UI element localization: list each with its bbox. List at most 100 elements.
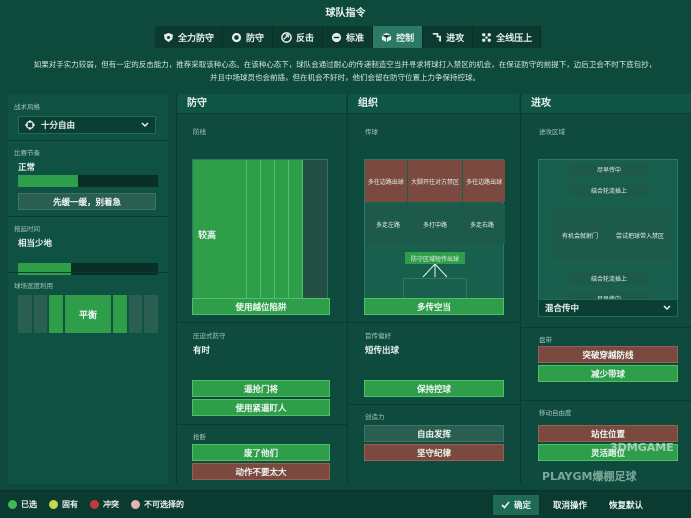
tab-defense[interactable]: 防守 [223, 26, 274, 48]
press-goalkeeper-button[interactable]: 逼抢门将 [192, 380, 330, 397]
width-step[interactable] [18, 295, 32, 333]
pass-zone[interactable]: 多走右路 [459, 204, 505, 244]
tab-all-out-attack[interactable]: 全线压上 [473, 26, 542, 48]
pass-zone[interactable]: 多往边路出球 [463, 160, 505, 202]
passing-pref-value: 短传出球 [365, 346, 400, 356]
tab-label: 防守 [246, 33, 265, 44]
defensive-line-value: 较高 [193, 160, 247, 308]
tab-label: 反击 [296, 33, 315, 44]
shield-icon [231, 32, 242, 42]
offside-trap-button[interactable]: 使用越位陷阱 [192, 298, 330, 315]
divider [177, 322, 347, 323]
divider [8, 140, 168, 141]
style-dropdown[interactable]: 十分自由 [18, 116, 156, 134]
stay-on-feet-button[interactable]: 动作不要太大 [192, 463, 330, 480]
press-icon [482, 32, 491, 42]
attack-zone[interactable]: 尽早传中 [569, 163, 649, 176]
organize-panel: 组织 传球 多往边路出球 大脚开往对方禁区 多往边路出球 多走左路 多打中路 多… [347, 94, 520, 484]
confirm-button[interactable]: 确定 [492, 494, 539, 515]
divider [8, 272, 168, 273]
legend-inherent: 固有 [49, 499, 78, 510]
legend-selected: 已选 [8, 499, 37, 510]
legend: 已选 固有 冲突 不可选择的 [0, 499, 196, 510]
pass-zone[interactable]: 多走左路 [365, 204, 411, 244]
control-cube-icon [381, 32, 392, 42]
line-step[interactable] [289, 160, 303, 308]
crosshair-icon [25, 120, 35, 130]
attack-zone-label: 进攻区域 [539, 128, 565, 136]
width-step[interactable] [144, 295, 158, 333]
chevron-down-icon [141, 122, 149, 128]
tempo-bar[interactable] [18, 175, 158, 187]
tempo-bar-fill [18, 175, 79, 187]
cancel-button[interactable]: 取消操作 [545, 495, 595, 515]
attack-zone[interactable]: 有机会就射门 [553, 210, 607, 260]
timewasting-value: 相当少地 [18, 239, 53, 249]
be-disciplined-button[interactable]: 坚守纪律 [364, 444, 504, 461]
defense-title: 防守 [177, 94, 346, 114]
pass-into-space-button[interactable]: 多传空当 [364, 298, 504, 315]
line-step[interactable] [247, 160, 261, 308]
width-step[interactable] [128, 295, 143, 333]
line-step[interactable] [275, 160, 289, 308]
defensive-line-pitch[interactable]: 较高 [192, 159, 328, 309]
pass-arrows-icon [422, 264, 448, 278]
be-expressive-button[interactable]: 自由发挥 [364, 425, 504, 442]
check-icon [501, 500, 510, 509]
tempo-slow-button[interactable]: 先缓一缓，别着急 [18, 193, 156, 210]
watermark-logo: 3DMGAME [610, 441, 674, 454]
attack-zone[interactable]: 结合轮流插上 [569, 272, 649, 285]
tab-attack[interactable]: 进攻 [423, 26, 474, 48]
dribble-less-button[interactable]: 减少带球 [538, 365, 678, 382]
width-value[interactable]: 平衡 [64, 295, 112, 333]
retain-possession-button[interactable]: 保持控球 [364, 380, 504, 397]
passing-pitch: 多往边路出球 大脚开往对方禁区 多往边路出球 多走左路 多打中路 多走右路 防守… [364, 159, 505, 309]
run-at-defence-button[interactable]: 突破穿越防线 [538, 346, 678, 363]
tight-marking-button[interactable]: 使用紧逼盯人 [192, 399, 330, 416]
dot-icon [131, 500, 140, 509]
legend-label: 已选 [21, 500, 37, 509]
defense-panel: 防守 防线 较高 使用越位陷阱 压迫式防守 有时 逼抢门将 使用紧逼盯人 抢断 … [176, 94, 347, 484]
watermark-text: PLAYGM爆棚足球 [542, 470, 637, 483]
line-step[interactable] [303, 160, 327, 308]
tab-full-defense[interactable]: 全力防守 [155, 26, 224, 48]
attack-zone[interactable]: 尝试把球带入禁区 [609, 210, 671, 260]
timewasting-bar[interactable] [18, 263, 158, 275]
restore-default-button[interactable]: 恢复默认 [601, 495, 651, 515]
mentality-description: 如果对手实力较弱，但有一定的反击能力，推荐采取该种心态。在该种心态下，球队会通过… [30, 58, 660, 84]
pass-zone[interactable]: 大脚开往对方禁区 [407, 160, 463, 202]
divider [521, 400, 691, 401]
gk-distribution-zone[interactable]: 防守区域短传出球 [405, 252, 465, 264]
attack-title: 进攻 [521, 94, 691, 114]
legend-label: 固有 [62, 500, 78, 509]
tab-label: 全力防守 [178, 33, 215, 44]
crossing-dropdown[interactable]: 混合传中 [538, 299, 678, 317]
width-step[interactable] [33, 295, 48, 333]
pass-zone[interactable]: 多往边路出球 [365, 160, 407, 202]
chevron-down-icon [663, 305, 671, 311]
pressing-label: 压迫式防守 [193, 332, 226, 340]
tab-control[interactable]: 控制 [373, 26, 424, 48]
attack-zone[interactable]: 结合轮流插上 [569, 184, 649, 197]
tab-standard[interactable]: 标准 [323, 26, 374, 48]
organize-title: 组织 [348, 94, 519, 114]
width-step[interactable] [49, 295, 63, 333]
legend-label: 冲突 [103, 500, 119, 509]
divider [348, 404, 520, 405]
tab-label: 全线压上 [496, 33, 533, 44]
hold-position-button[interactable]: 站住位置 [538, 425, 678, 442]
timewasting-bar-fill [18, 263, 72, 275]
defensive-line-label: 防线 [193, 128, 206, 136]
dot-icon [49, 500, 58, 509]
line-step[interactable] [261, 160, 275, 308]
description-line: 如果对手实力较弱，但有一定的反击能力，推荐采取该种心态。在该种心态下，球队会通过… [33, 60, 657, 69]
crossing-value: 混合传中 [545, 304, 580, 314]
width-step[interactable] [113, 295, 127, 333]
dot-icon [90, 500, 99, 509]
pass-zone[interactable]: 多打中路 [412, 204, 458, 244]
width-selector[interactable]: 平衡 [18, 295, 158, 333]
get-stuck-in-button[interactable]: 废了他们 [192, 444, 330, 461]
footer-bar: 已选 固有 冲突 不可选择的 确定 取消操作 恢复默认 [0, 490, 691, 518]
tab-counter[interactable]: 反击 [273, 26, 324, 48]
legend-label: 不可选择的 [144, 500, 184, 509]
